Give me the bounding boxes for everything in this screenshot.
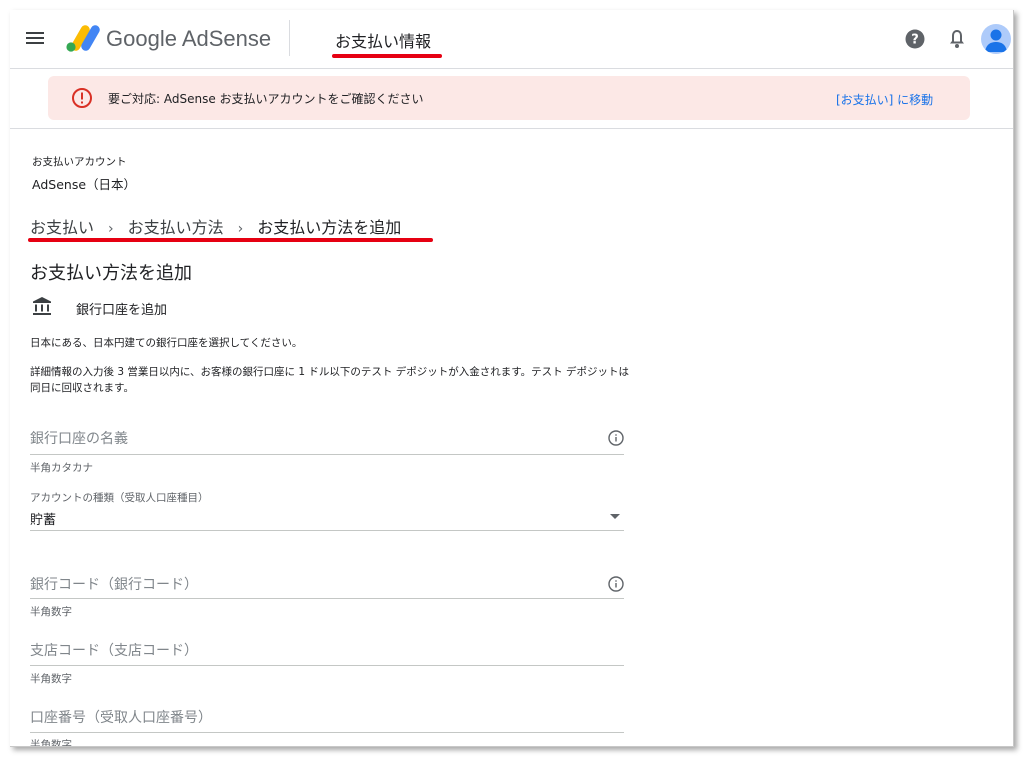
alert-area: 要ご対応: AdSense お支払いアカウントをご確認ください [お支払い] に… [10,69,1013,129]
breadcrumb-payment-methods[interactable]: お支払い方法 [128,218,224,237]
dropdown-caret-icon [610,514,620,519]
chevron-right-icon: › [108,221,114,237]
svg-text:?: ? [911,33,919,48]
input-underline [30,454,624,455]
bank-requirement-text: 日本にある、日本円建ての銀行口座を選択してください。 [30,337,303,349]
breadcrumb-payments[interactable]: お支払い [30,218,94,237]
add-bank-account-label: 銀行口座を追加 [76,303,168,318]
input-underline [30,665,624,666]
info-icon[interactable] [608,576,624,592]
page-heading: お支払い方法を追加 [30,263,192,284]
user-avatar-icon [985,29,1007,52]
brand-name: Google AdSense [106,26,272,51]
title-highlight-underline [332,54,442,58]
branch-code-hint: 半角数字 [30,673,72,685]
action-required-alert: 要ご対応: AdSense お支払いアカウントをご確認ください [お支払い] に… [48,76,970,120]
breadcrumb-add-payment-method: お支払い方法を追加 [257,218,402,237]
bank-code-field[interactable]: 銀行コード（銀行コード） 半角数字 [30,574,624,618]
account-type-label: アカウントの種類（受取人口座種目） [30,492,209,504]
adsense-logo-icon [66,25,100,52]
go-to-payments-link[interactable]: [お支払い] に移動 [836,91,933,108]
page-title: お支払い情報 [335,32,432,51]
bank-icon [33,297,51,315]
test-deposit-text: 詳細情報の入力後 3 営業日以内に、お客様の銀行口座に 1 ドル以下のテスト デ… [30,366,630,394]
branch-code-field[interactable]: 支店コード（支店コード） 半角数字 [30,640,624,685]
notifications-bell-icon[interactable] [947,28,967,50]
select-underline [30,530,624,531]
account-number-hint: 半角数字 [30,739,72,747]
bank-code-placeholder: 銀行コード（銀行コード） [30,577,198,593]
account-number-placeholder: 口座番号（受取人口座番号） [30,710,212,726]
info-icon[interactable] [608,430,624,446]
user-avatar[interactable] [981,24,1011,54]
app-header: Google AdSense お支払い情報 ? [10,10,1013,69]
account-type-value: 貯蓄 [30,513,57,528]
chevron-right-icon: › [237,221,244,237]
payment-account-value: AdSense（日本） [32,177,137,192]
account-type-select[interactable]: アカウントの種類（受取人口座種目） 貯蓄 [30,490,624,532]
input-underline [30,598,624,599]
alert-text: 要ご対応: AdSense お支払いアカウントをご確認ください [108,92,424,106]
account-name-field[interactable]: 銀行口座の名義 半角カタカナ [30,428,624,474]
main-content: お支払いアカウント AdSense（日本） お支払い › お支払い方法 › お支払い方法… [10,130,1013,747]
branch-code-placeholder: 支店コード（支店コード） [30,643,198,659]
account-name-hint: 半角カタカナ [30,462,93,474]
header-divider [289,20,290,56]
bank-code-hint: 半角数字 [30,606,72,618]
account-number-field[interactable]: 口座番号（受取人口座番号） 半角数字 [30,707,624,747]
help-icon[interactable]: ? [905,29,925,49]
menu-icon[interactable] [26,30,46,46]
breadcrumb: お支払い › お支払い方法 › お支払い方法を追加 [30,214,401,238]
alert-exclamation-icon [72,88,92,108]
input-underline [30,732,624,733]
breadcrumb-highlight-underline [28,238,433,242]
browser-frame: Google AdSense お支払い情報 ? 要ご対応: AdSense お支… [10,10,1014,747]
account-name-placeholder: 銀行口座の名義 [30,431,128,447]
payment-account-label: お支払いアカウント [32,156,127,168]
